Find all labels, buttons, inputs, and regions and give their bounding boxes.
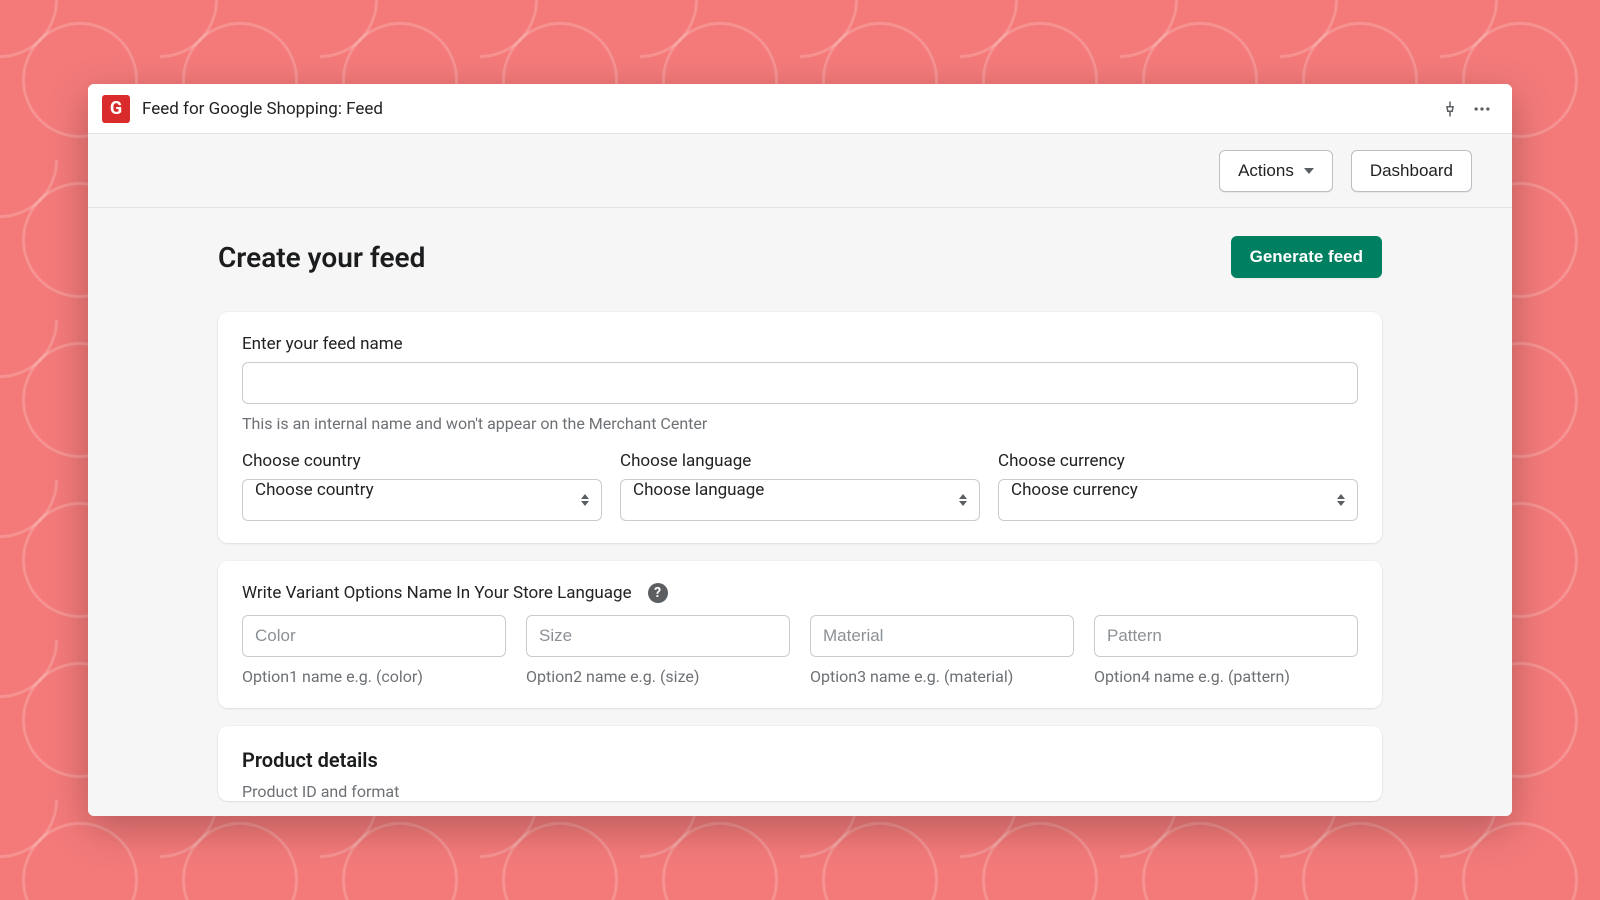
app-window: G Feed for Google Shopping: Feed Actions… [88,84,1512,816]
country-field: Choose country Choose country [242,451,602,521]
more-icon[interactable] [1466,93,1498,125]
feed-name-help: This is an internal name and won't appea… [242,414,1358,433]
language-field: Choose language Choose language [620,451,980,521]
currency-field: Choose currency Choose currency [998,451,1358,521]
chevron-down-icon [1304,168,1314,174]
variant-option-3: Option3 name e.g. (material) [810,615,1074,686]
variant-option-1-hint: Option1 name e.g. (color) [242,667,506,686]
content-area: Create your feed Generate feed Enter you… [88,208,1512,816]
variant-heading: Write Variant Options Name In Your Store… [242,583,632,603]
variant-option-4: Option4 name e.g. (pattern) [1094,615,1358,686]
page-title: Create your feed [218,241,425,274]
generate-feed-label: Generate feed [1250,247,1363,267]
app-logo-icon: G [102,95,130,123]
titlebar: G Feed for Google Shopping: Feed [88,84,1512,134]
dashboard-button[interactable]: Dashboard [1351,150,1472,192]
variant-option-3-input[interactable] [810,615,1074,657]
variant-option-1: Option1 name e.g. (color) [242,615,506,686]
help-icon[interactable]: ? [648,583,668,603]
actions-button-label: Actions [1238,161,1294,181]
country-select[interactable]: Choose country [242,479,602,521]
product-details-title: Product details [242,748,1358,772]
variant-option-1-input[interactable] [242,615,506,657]
variant-option-4-input[interactable] [1094,615,1358,657]
product-details-sub: Product ID and format [242,782,1358,801]
variant-options-card: Write Variant Options Name In Your Store… [218,561,1382,708]
currency-select[interactable]: Choose currency [998,479,1358,521]
dashboard-button-label: Dashboard [1370,161,1453,181]
pin-icon[interactable] [1434,93,1466,125]
currency-label: Choose currency [998,451,1358,471]
actions-button[interactable]: Actions [1219,150,1333,192]
page-header: Create your feed Generate feed [218,236,1382,278]
product-details-card: Product details Product ID and format [218,726,1382,801]
variant-option-2: Option2 name e.g. (size) [526,615,790,686]
variant-option-2-hint: Option2 name e.g. (size) [526,667,790,686]
titlebar-title: Feed for Google Shopping: Feed [142,99,383,119]
language-label: Choose language [620,451,980,471]
country-label: Choose country [242,451,602,471]
variant-option-3-hint: Option3 name e.g. (material) [810,667,1074,686]
variant-option-4-hint: Option4 name e.g. (pattern) [1094,667,1358,686]
variant-option-2-input[interactable] [526,615,790,657]
toolbar: Actions Dashboard [88,134,1512,208]
feed-settings-card: Enter your feed name This is an internal… [218,312,1382,543]
feed-name-label: Enter your feed name [242,334,1358,354]
language-select[interactable]: Choose language [620,479,980,521]
feed-name-input[interactable] [242,362,1358,404]
generate-feed-button[interactable]: Generate feed [1231,236,1382,278]
